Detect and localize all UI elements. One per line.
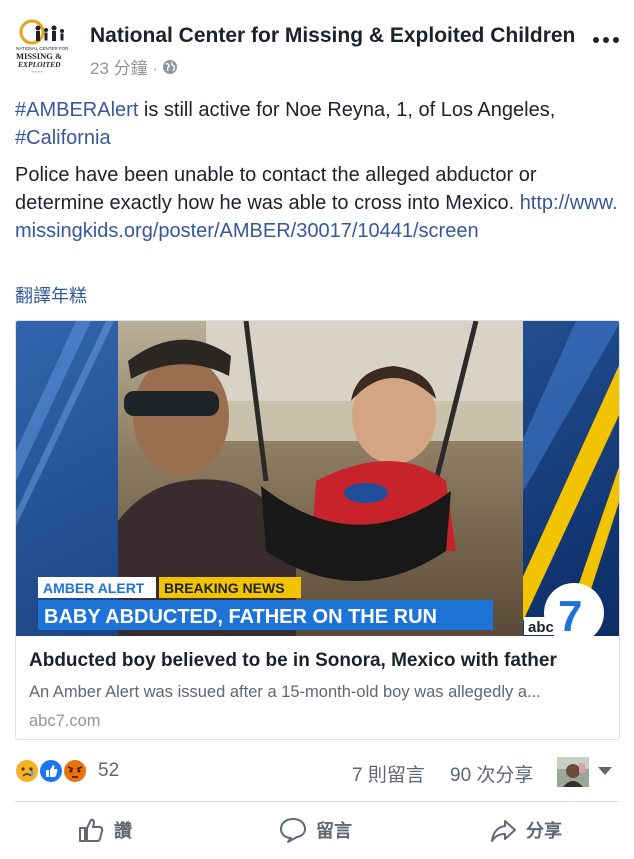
card-title[interactable]: Abducted boy believed to be in Sonora, M… (29, 650, 557, 672)
network-label: abc (528, 619, 554, 636)
post-header: NATIONAL CENTER FOR MISSING & EXPLOITED … (0, 0, 634, 90)
post-text: Police have been unable to contact the a… (15, 164, 537, 214)
comment-count[interactable]: 7 則留言 (352, 760, 425, 787)
share-arrow-icon (491, 820, 516, 842)
post-paragraph-2: Police have been unable to contact the a… (15, 161, 620, 245)
post-paragraph-1: #AMBERAlert is still active for Noe Reyn… (15, 96, 620, 152)
like-reaction-icon[interactable] (38, 758, 64, 784)
card-description: An Amber Alert was issued after a 15-mon… (29, 683, 541, 701)
banner-tag-breaking: BREAKING NEWS (164, 580, 285, 596)
reaction-count[interactable]: 52 (98, 760, 119, 782)
thumbs-up-icon (79, 818, 104, 842)
card-info[interactable]: Abducted boy believed to be in Sonora, M… (16, 636, 619, 739)
like-button[interactable]: 讚 (76, 814, 132, 846)
translate-link[interactable]: 翻譯年糕 (15, 282, 87, 308)
page-name[interactable]: National Center for Missing & Exploited … (90, 24, 575, 48)
action-bar: 讚 留言 分享 (0, 802, 634, 859)
svg-text:EXPLOITED: EXPLOITED (17, 60, 61, 69)
chevron-down-icon[interactable] (598, 767, 612, 775)
banner-headline: BABY ABDUCTED, FATHER ON THE RUN (44, 606, 437, 628)
news-image: AMBER ALERT BREAKING NEWS BABY ABDUCTED,… (16, 321, 619, 643)
comment-button[interactable]: 留言 (278, 814, 352, 846)
post-time[interactable]: 23 分鐘 · (90, 54, 158, 79)
hashtag-california[interactable]: #California (15, 127, 111, 149)
share-count[interactable]: 90 次分享 (450, 760, 533, 787)
like-label: 讚 (114, 821, 132, 841)
sad-reaction-icon[interactable] (14, 758, 40, 784)
card-domain: abc7.com (29, 712, 101, 730)
globe-icon (162, 59, 178, 75)
share-button[interactable]: 分享 (488, 814, 562, 846)
more-options-icon[interactable] (588, 30, 624, 50)
hashtag-amberalert[interactable]: #AMBERAlert (15, 99, 138, 121)
angry-reaction-icon[interactable] (62, 758, 88, 784)
svg-text:* * * *: * * * * (32, 70, 43, 75)
share-label: 分享 (526, 821, 562, 841)
comment-icon (280, 818, 306, 843)
post-meta: 23 分鐘 · (90, 54, 178, 79)
comment-label: 留言 (316, 821, 352, 841)
page-avatar[interactable]: NATIONAL CENTER FOR MISSING & EXPLOITED … (14, 18, 76, 78)
post-text: is still active for Noe Reyna, 1, of Los… (138, 99, 556, 121)
banner-tag-amber: AMBER ALERT (43, 580, 145, 596)
viewer-avatar[interactable] (557, 757, 589, 787)
link-preview-card[interactable]: AMBER ALERT BREAKING NEWS BABY ABDUCTED,… (15, 320, 620, 740)
reactions-bar: 52 7 則留言 90 次分享 (0, 752, 634, 792)
